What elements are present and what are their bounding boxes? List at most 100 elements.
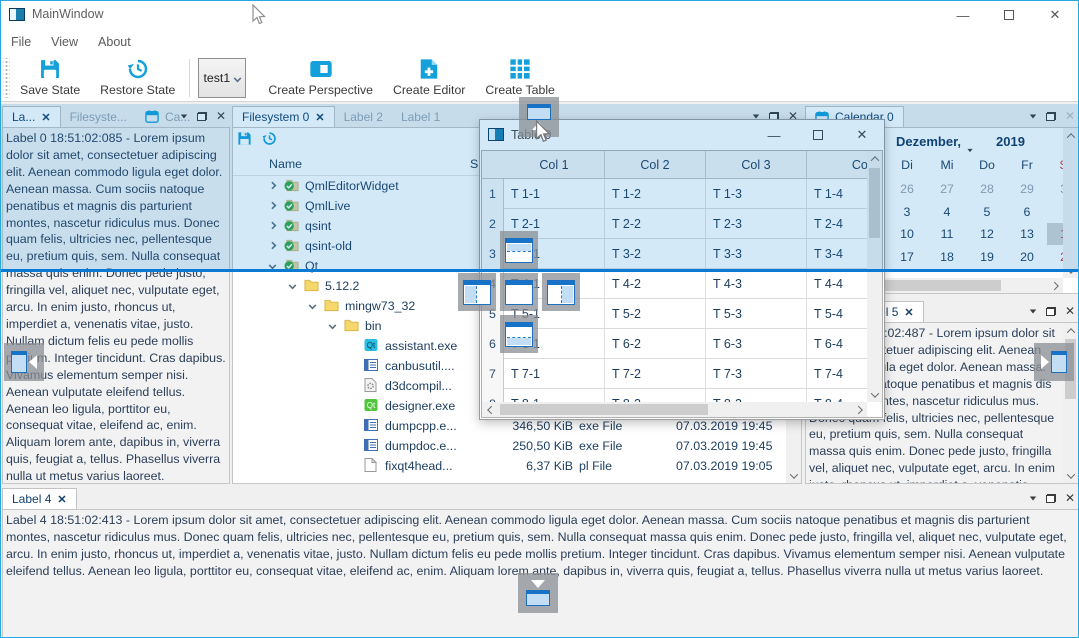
menu-item-file[interactable]: File: [1, 31, 41, 53]
table-cell[interactable]: T 7-1: [504, 359, 605, 389]
float-icon[interactable]: [1046, 307, 1056, 316]
drop-left-indicator[interactable]: [458, 273, 496, 311]
create-perspective-button[interactable]: Create Perspective: [258, 56, 383, 100]
table-col-header[interactable]: Col 3: [706, 151, 807, 179]
tab-menu-icon[interactable]: [753, 114, 759, 118]
table-cell[interactable]: T 8-2: [605, 389, 706, 402]
toolbar-drag-handle[interactable]: [3, 58, 10, 98]
tab-filesystem-0[interactable]: Filesystem 0✕: [232, 106, 335, 127]
calendar-date[interactable]: 17: [887, 246, 927, 268]
calendar-year[interactable]: 2019: [996, 134, 1025, 149]
drop-center-indicator[interactable]: [500, 273, 538, 311]
table-cell[interactable]: T 4-4: [807, 269, 867, 299]
calendar-date[interactable]: 5: [967, 201, 1007, 223]
maximize-button[interactable]: [796, 120, 840, 150]
calendar-date[interactable]: 18: [927, 246, 967, 268]
minimize-button[interactable]: —: [752, 120, 796, 150]
close-icon[interactable]: ✕: [216, 109, 226, 123]
table-cell[interactable]: T 4-3: [706, 269, 807, 299]
minimize-button[interactable]: —: [940, 1, 986, 29]
calendar-date[interactable]: 11: [927, 223, 967, 245]
table-cell[interactable]: T 8-3: [706, 389, 807, 402]
table-cell[interactable]: T 7-4: [807, 359, 867, 389]
tab-menu-icon[interactable]: [181, 114, 187, 118]
tab-label-2[interactable]: Label 2: [335, 106, 392, 127]
table-cell[interactable]: T 6-2: [605, 329, 706, 359]
drop-bottom-indicator[interactable]: [500, 315, 538, 353]
drop-top-indicator[interactable]: [500, 231, 538, 269]
drop-right-indicator[interactable]: [542, 273, 580, 311]
calendar-date[interactable]: 28: [967, 178, 1007, 200]
calendar-date[interactable]: 6: [1007, 201, 1047, 223]
float-icon[interactable]: [197, 112, 207, 121]
calendar-date[interactable]: 10: [887, 223, 927, 245]
expander-right-icon[interactable]: [269, 222, 277, 230]
table-cell[interactable]: T 2-2: [605, 209, 706, 239]
restore-icon[interactable]: [262, 131, 277, 146]
maximize-button[interactable]: [986, 1, 1032, 29]
drop-bottom-edge-indicator[interactable]: [518, 573, 558, 613]
tab-close-icon[interactable]: ✕: [904, 306, 913, 319]
tree-row[interactable]: dumpdoc.e...250,50 KiBexe File07.03.2019…: [233, 436, 786, 456]
tab-label-4[interactable]: Label 4✕: [2, 488, 77, 509]
expander-down-icon[interactable]: [269, 262, 277, 270]
save-icon[interactable]: [237, 131, 252, 146]
table-cell[interactable]: T 5-2: [605, 299, 706, 329]
table-cell[interactable]: T 2-4: [807, 209, 867, 239]
calendar-vscrollbar[interactable]: [1063, 128, 1078, 278]
row-number[interactable]: 8: [482, 389, 504, 402]
expander-right-icon[interactable]: [269, 182, 277, 190]
table-cell[interactable]: T 7-2: [605, 359, 706, 389]
table-col-header[interactable]: Col 2: [605, 151, 706, 179]
tab-close-icon[interactable]: ✕: [315, 111, 324, 124]
table-cell[interactable]: T 1-4: [807, 179, 867, 209]
tab-close-icon[interactable]: ✕: [57, 493, 66, 506]
table-cell[interactable]: T 1-2: [605, 179, 706, 209]
table-cell[interactable]: T 1-1: [504, 179, 605, 209]
calendar-date[interactable]: 20: [1007, 246, 1047, 268]
table-cell[interactable]: T 8-1: [504, 389, 605, 402]
restore-state-button[interactable]: Restore State: [90, 56, 185, 100]
calendar-date[interactable]: 12: [967, 223, 1007, 245]
tab-filesyste-[interactable]: Filesyste...: [61, 106, 136, 127]
calendar-date[interactable]: 29: [1007, 178, 1047, 200]
table-cell[interactable]: T 3-2: [605, 239, 706, 269]
close-button[interactable]: ✕: [840, 120, 884, 150]
perspective-combo[interactable]: test1: [198, 58, 246, 98]
row-number[interactable]: 1: [482, 179, 504, 209]
calendar-date[interactable]: 3: [887, 201, 927, 223]
table-cell[interactable]: T 7-3: [706, 359, 807, 389]
calendar-date[interactable]: 26: [887, 178, 927, 200]
table-cell[interactable]: T 6-4: [807, 329, 867, 359]
expander-right-icon[interactable]: [269, 202, 277, 210]
expander-down-icon[interactable]: [289, 282, 297, 290]
float-icon[interactable]: [1046, 494, 1056, 503]
calendar-date[interactable]: 4: [927, 201, 967, 223]
expander-down-icon[interactable]: [309, 302, 317, 310]
calendar-date[interactable]: 13: [1007, 223, 1047, 245]
table-cell[interactable]: T 4-2: [605, 269, 706, 299]
tab-menu-icon[interactable]: [1030, 114, 1036, 118]
table-cell[interactable]: T 3-4: [807, 239, 867, 269]
tab-menu-icon[interactable]: [1030, 496, 1036, 500]
expander-down-icon[interactable]: [329, 322, 337, 330]
drop-right-edge-indicator[interactable]: [1034, 343, 1074, 381]
table-hscrollbar[interactable]: [482, 402, 867, 417]
tab-la-[interactable]: La...✕: [2, 106, 61, 127]
create-editor-button[interactable]: Create Editor: [383, 56, 475, 100]
expander-right-icon[interactable]: [269, 242, 277, 250]
close-icon[interactable]: ✕: [1065, 491, 1075, 505]
close-button[interactable]: ✕: [1032, 1, 1078, 29]
drop-left-edge-indicator[interactable]: [4, 343, 44, 381]
save-state-button[interactable]: Save State: [10, 56, 90, 100]
table-cell[interactable]: T 2-3: [706, 209, 807, 239]
tab-close-icon[interactable]: ✕: [41, 111, 50, 124]
create-table-button[interactable]: Create Table: [475, 56, 565, 100]
table-cell[interactable]: T 5-4: [807, 299, 867, 329]
month-dropdown-icon[interactable]: [967, 149, 972, 152]
table-cell[interactable]: T 6-3: [706, 329, 807, 359]
table-vscrollbar[interactable]: [867, 151, 882, 402]
table-cell[interactable]: T 3-3: [706, 239, 807, 269]
table-cell[interactable]: T 5-3: [706, 299, 807, 329]
menu-item-view[interactable]: View: [41, 31, 88, 53]
